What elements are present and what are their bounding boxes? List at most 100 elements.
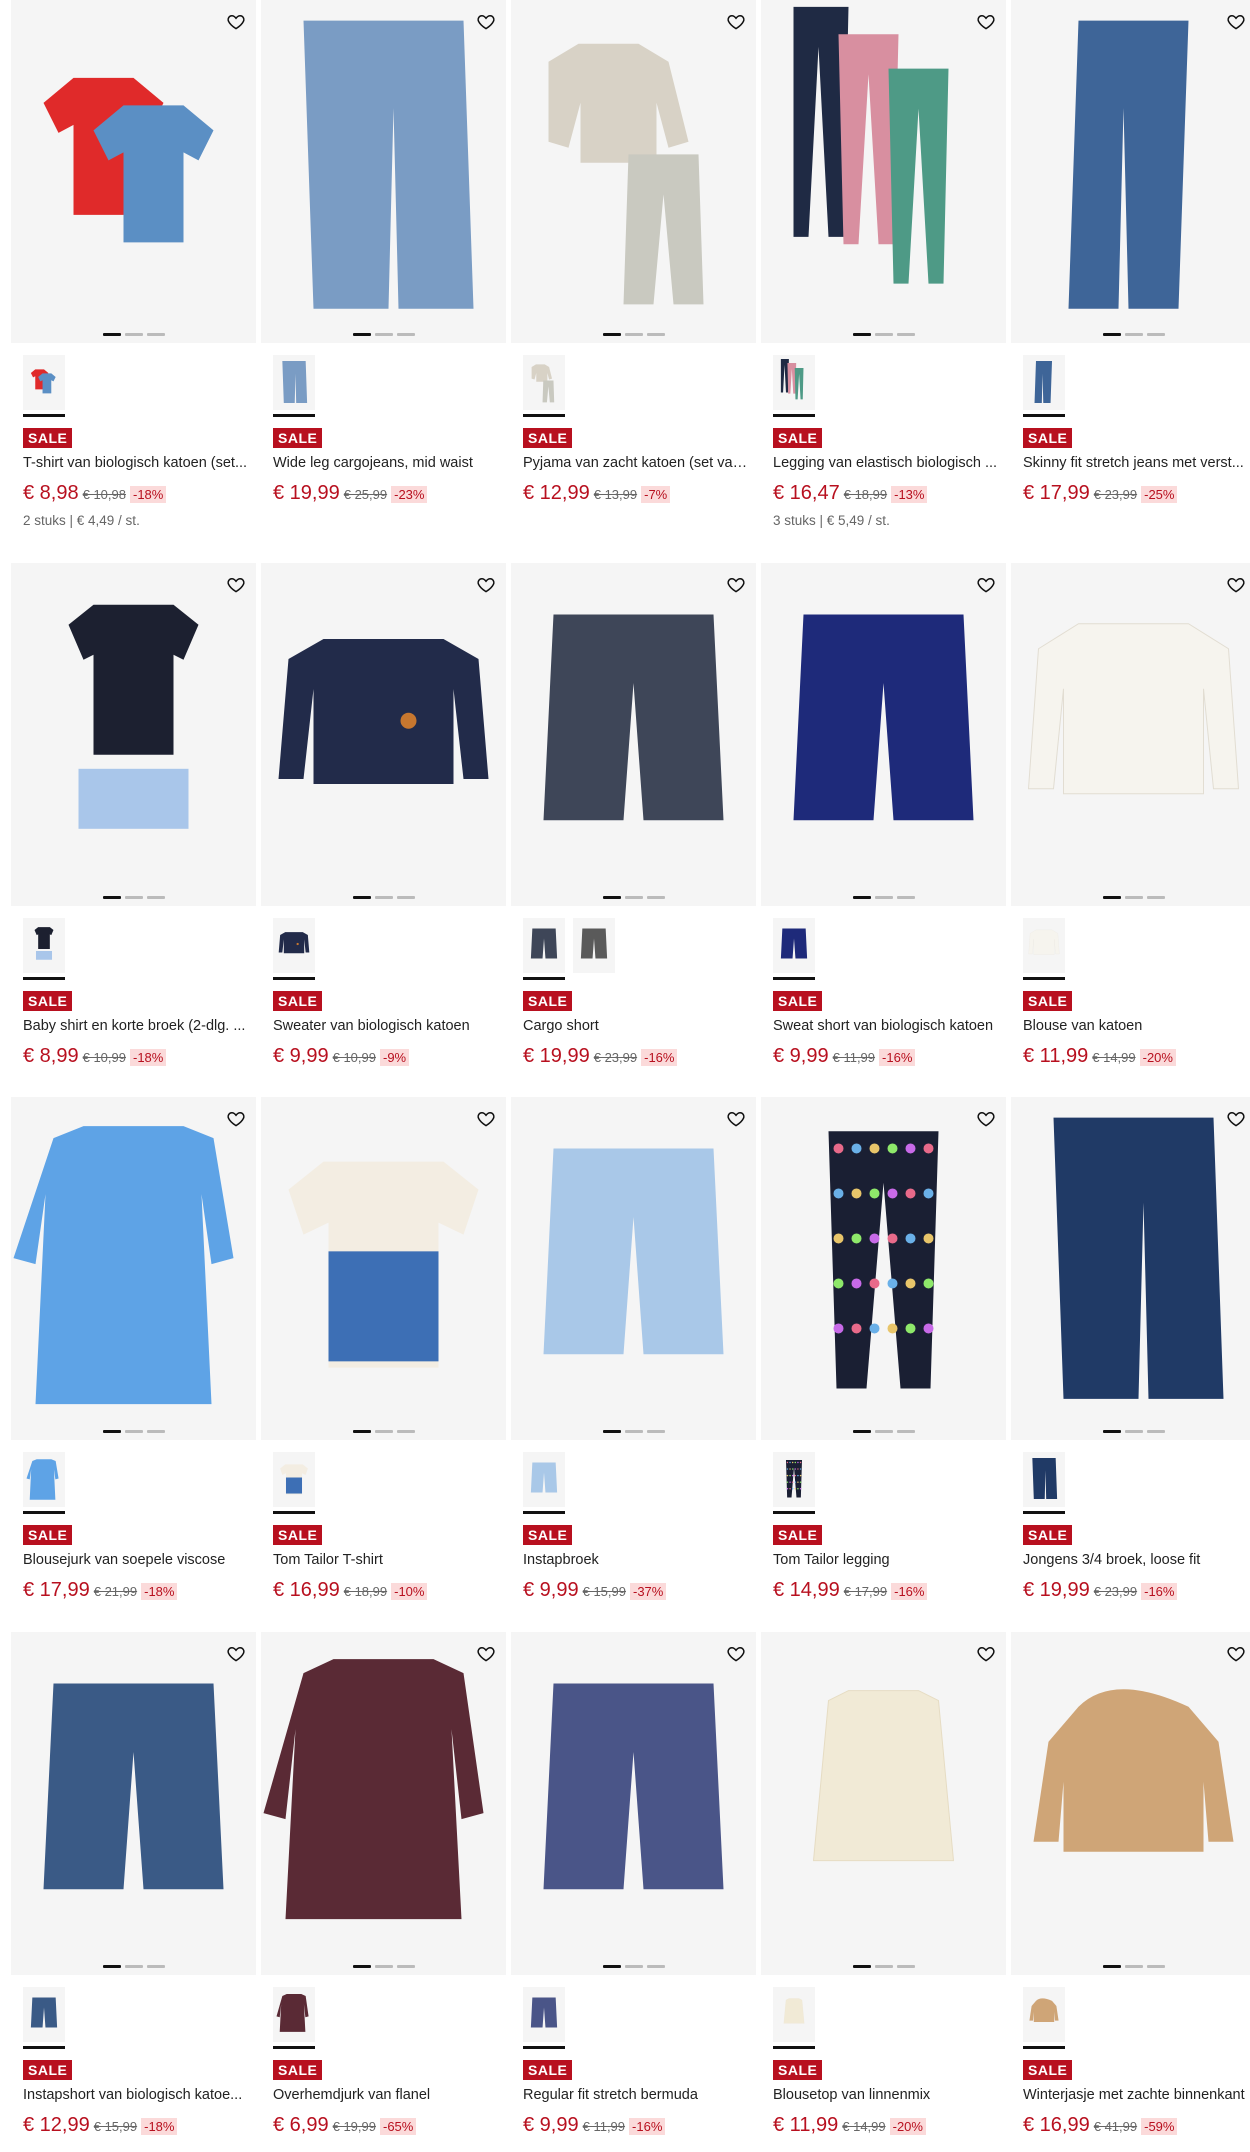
carousel-dot[interactable] — [874, 1965, 893, 1968]
product-name[interactable]: Instapshort van biologisch katoe... — [23, 2084, 251, 2106]
carousel-dot[interactable] — [624, 1430, 643, 1433]
color-swatch[interactable] — [773, 1452, 815, 1514]
product-name[interactable]: Sweater van biologisch katoen — [273, 1015, 501, 1037]
color-swatch[interactable] — [1023, 1452, 1065, 1514]
product-card[interactable]: SALE Blouse van katoen € 11,99 € 14,99 -… — [1011, 563, 1250, 1103]
product-name[interactable]: Pyjama van zacht katoen (set van... — [523, 452, 751, 474]
carousel-dot[interactable] — [646, 1965, 665, 1968]
color-swatch[interactable] — [1023, 1987, 1065, 2049]
image-carousel-indicator[interactable] — [761, 1430, 1006, 1433]
color-swatch[interactable] — [23, 918, 65, 980]
product-image[interactable] — [511, 1097, 756, 1440]
carousel-dot[interactable] — [352, 333, 371, 336]
carousel-dot[interactable] — [646, 1430, 665, 1433]
carousel-dot[interactable] — [1146, 896, 1165, 899]
product-card[interactable]: SALE Baby shirt en korte broek (2-dlg. .… — [11, 563, 256, 1103]
carousel-dot[interactable] — [352, 1430, 371, 1433]
heart-icon[interactable] — [226, 12, 246, 32]
heart-icon[interactable] — [976, 1644, 996, 1664]
heart-icon[interactable] — [226, 575, 246, 595]
carousel-dot[interactable] — [1102, 1430, 1121, 1433]
color-swatch[interactable] — [273, 918, 315, 980]
image-carousel-indicator[interactable] — [11, 896, 256, 899]
product-image[interactable] — [511, 0, 756, 343]
heart-icon[interactable] — [726, 12, 746, 32]
carousel-dot[interactable] — [124, 1965, 143, 1968]
carousel-dot[interactable] — [124, 333, 143, 336]
product-image[interactable] — [761, 1097, 1006, 1440]
product-card[interactable]: SALE Blousejurk van soepele viscose € 17… — [11, 1097, 256, 1637]
carousel-dot[interactable] — [874, 896, 893, 899]
product-image[interactable] — [1011, 0, 1250, 343]
color-swatch[interactable] — [1023, 355, 1065, 417]
carousel-dot[interactable] — [602, 333, 621, 336]
carousel-dot[interactable] — [1102, 896, 1121, 899]
carousel-dot[interactable] — [146, 1430, 165, 1433]
image-carousel-indicator[interactable] — [1011, 1430, 1250, 1433]
product-name[interactable]: Regular fit stretch bermuda — [523, 2084, 751, 2106]
product-name[interactable]: Blousejurk van soepele viscose — [23, 1549, 251, 1571]
image-carousel-indicator[interactable] — [1011, 333, 1250, 336]
product-name[interactable]: Skinny fit stretch jeans met verst... — [1023, 452, 1250, 474]
carousel-dot[interactable] — [874, 333, 893, 336]
color-swatch[interactable] — [523, 1987, 565, 2049]
product-name[interactable]: Legging van elastisch biologisch ... — [773, 452, 1001, 474]
carousel-dot[interactable] — [874, 1430, 893, 1433]
carousel-dot[interactable] — [374, 1430, 393, 1433]
image-carousel-indicator[interactable] — [511, 333, 756, 336]
product-name[interactable]: Sweat short van biologisch katoen — [773, 1015, 1001, 1037]
carousel-dot[interactable] — [352, 1965, 371, 1968]
color-swatch[interactable] — [773, 355, 815, 417]
color-swatch[interactable] — [23, 1452, 65, 1514]
carousel-dot[interactable] — [602, 1965, 621, 1968]
heart-icon[interactable] — [476, 575, 496, 595]
color-swatch[interactable] — [773, 918, 815, 980]
product-image[interactable] — [761, 1632, 1006, 1975]
product-image[interactable] — [511, 563, 756, 906]
product-image[interactable] — [1011, 1632, 1250, 1975]
heart-icon[interactable] — [1226, 1644, 1246, 1664]
carousel-dot[interactable] — [396, 1965, 415, 1968]
product-card[interactable]: SALE Sweat short van biologisch katoen €… — [761, 563, 1006, 1103]
color-swatch[interactable] — [523, 1452, 565, 1514]
carousel-dot[interactable] — [396, 896, 415, 899]
product-card[interactable]: SALE Skinny fit stretch jeans met verst.… — [1011, 0, 1250, 540]
product-card[interactable]: SALE Pyjama van zacht katoen (set van...… — [511, 0, 756, 540]
carousel-dot[interactable] — [1124, 1430, 1143, 1433]
image-carousel-indicator[interactable] — [261, 1965, 506, 1968]
heart-icon[interactable] — [976, 575, 996, 595]
color-swatch[interactable] — [1023, 918, 1065, 980]
product-name[interactable]: Instapbroek — [523, 1549, 751, 1571]
product-image[interactable] — [261, 0, 506, 343]
heart-icon[interactable] — [226, 1109, 246, 1129]
heart-icon[interactable] — [726, 1644, 746, 1664]
heart-icon[interactable] — [476, 12, 496, 32]
heart-icon[interactable] — [1226, 575, 1246, 595]
color-swatch[interactable] — [573, 918, 615, 980]
carousel-dot[interactable] — [102, 1430, 121, 1433]
heart-icon[interactable] — [226, 1644, 246, 1664]
product-card[interactable]: SALE Legging van elastisch biologisch ..… — [761, 0, 1006, 540]
heart-icon[interactable] — [726, 1109, 746, 1129]
heart-icon[interactable] — [976, 12, 996, 32]
color-swatch[interactable] — [273, 1452, 315, 1514]
color-swatch[interactable] — [273, 355, 315, 417]
carousel-dot[interactable] — [1124, 896, 1143, 899]
color-swatch[interactable] — [23, 1987, 65, 2049]
carousel-dot[interactable] — [646, 333, 665, 336]
carousel-dot[interactable] — [124, 896, 143, 899]
carousel-dot[interactable] — [896, 333, 915, 336]
product-name[interactable]: Blousetop van linnenmix — [773, 2084, 1001, 2106]
carousel-dot[interactable] — [852, 1965, 871, 1968]
product-card[interactable]: SALE Instapbroek € 9,99 € 15,99 -37% — [511, 1097, 756, 1637]
carousel-dot[interactable] — [896, 1430, 915, 1433]
color-swatch[interactable] — [23, 355, 65, 417]
image-carousel-indicator[interactable] — [511, 1965, 756, 1968]
product-image[interactable] — [11, 1097, 256, 1440]
color-swatch[interactable] — [523, 355, 565, 417]
carousel-dot[interactable] — [146, 896, 165, 899]
heart-icon[interactable] — [476, 1109, 496, 1129]
carousel-dot[interactable] — [146, 1965, 165, 1968]
carousel-dot[interactable] — [624, 1965, 643, 1968]
product-card[interactable]: SALE Cargo short € 19,99 € 23,99 -16% — [511, 563, 756, 1103]
